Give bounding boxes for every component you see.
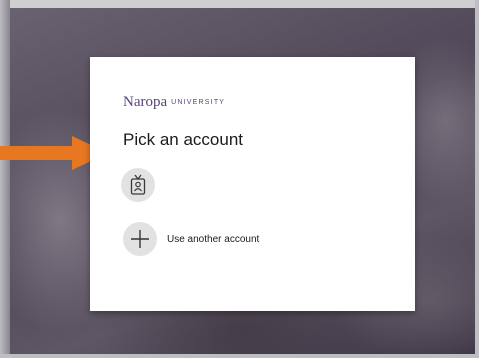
window-frame-bottom [0,354,479,358]
naropa-logo: Naropa UNIVERSITY [123,93,225,111]
window-frame-top [0,0,479,8]
window-frame-right [475,0,479,358]
logo-university-text: UNIVERSITY [171,99,226,106]
plus-icon [131,230,149,248]
logo-wordmark: Naropa [123,94,168,110]
use-another-icon-circle [123,222,157,256]
account-tile[interactable] [121,168,161,208]
window-frame-left [0,0,10,358]
badge-user-icon [130,174,146,195]
account-avatar [121,168,155,202]
use-another-account-label: Use another account [167,233,260,245]
sign-in-dialog: Naropa UNIVERSITY Pick an account Use ano… [90,57,415,311]
dialog-title: Pick an account [123,130,244,149]
use-another-account-button[interactable]: Use another account [123,222,259,256]
